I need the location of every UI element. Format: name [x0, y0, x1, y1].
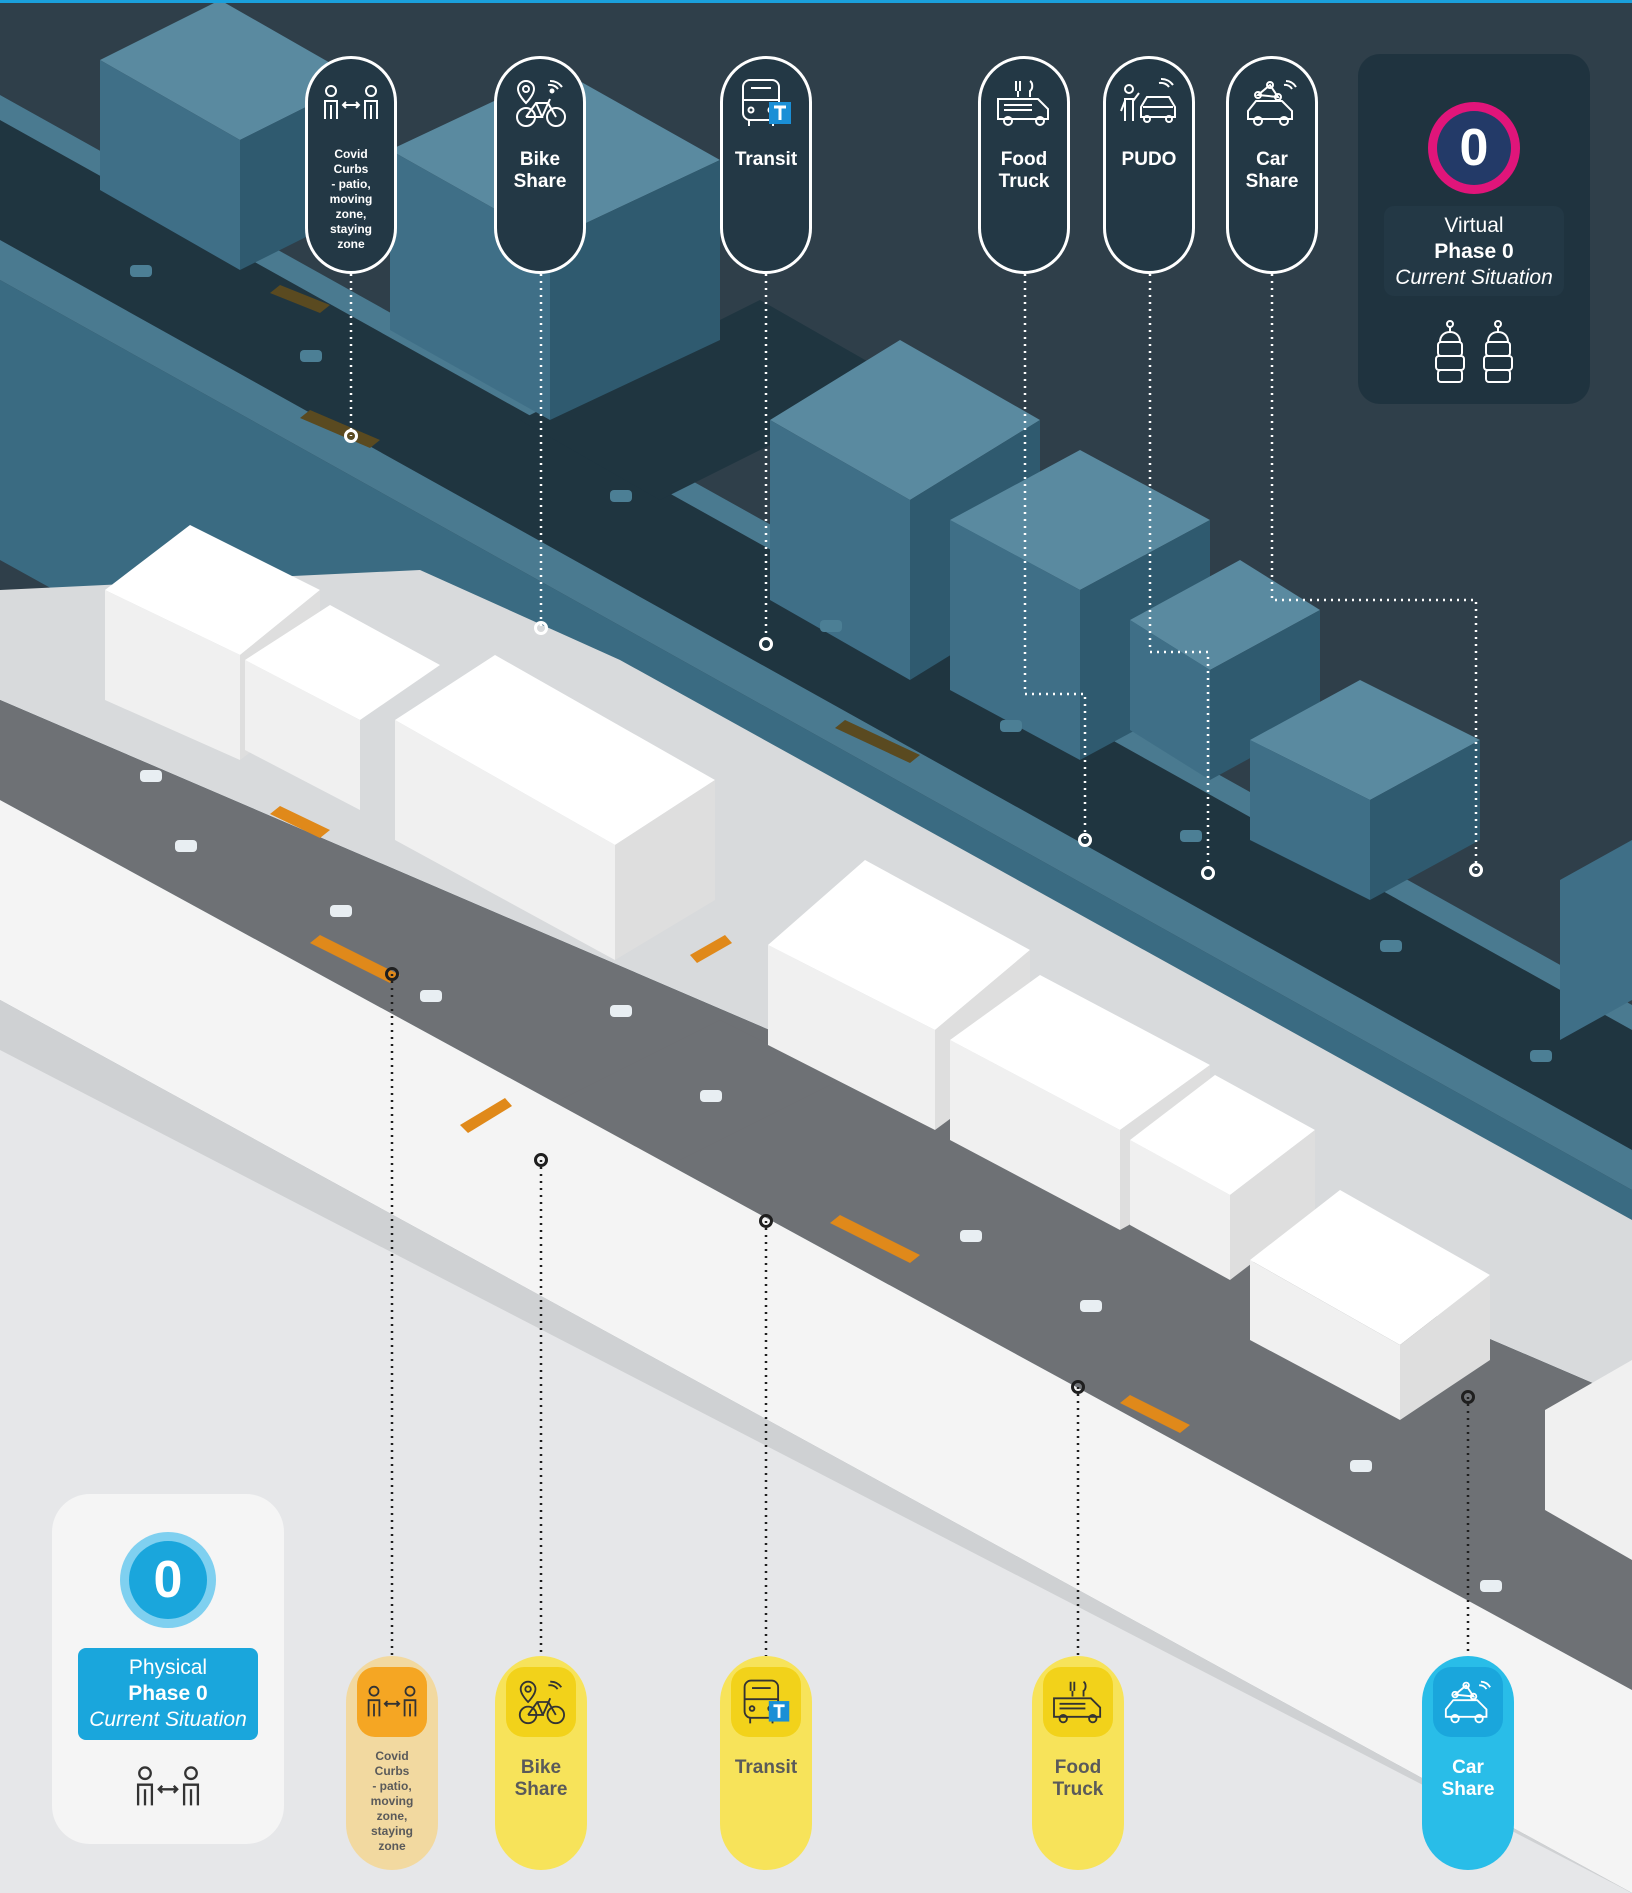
people-distancing-icon — [357, 1667, 427, 1737]
physical-pill-label: Food Truck — [1052, 1757, 1104, 1800]
virtual-phase-line2: Phase 0 — [1434, 240, 1514, 263]
virtual-pill-bike-share: Bike Share — [494, 56, 586, 274]
transit-icon — [731, 1667, 801, 1737]
virtual-pill-label: Covid Curbs - patio, moving zone, stayin… — [329, 147, 373, 251]
people-distancing-icon — [136, 1766, 200, 1806]
virtual-phase-panel: 0 Virtual Phase 0 Current Situation — [1358, 54, 1590, 404]
virtual-pill-label: Car Share — [1245, 149, 1299, 192]
virtual-pill-food-truck: Food Truck — [978, 56, 1070, 274]
virtual-pill-pudo: PUDO — [1103, 56, 1195, 274]
bike-share-icon — [508, 71, 572, 135]
virtual-phase-label: Virtual Phase 0 Current Situation — [1384, 206, 1564, 296]
virtual-pill-label: Transit — [734, 149, 798, 170]
top-accent-line — [0, 0, 1632, 3]
robot-icon — [1435, 320, 1465, 383]
physical-phase-line2: Phase 0 — [128, 1682, 208, 1705]
virtual-pill-label: PUDO — [1121, 149, 1177, 170]
transit-icon — [734, 71, 798, 135]
physical-phase-label: Physical Phase 0 Current Situation — [78, 1648, 258, 1740]
virtual-pill-label: Food Truck — [998, 149, 1050, 192]
virtual-phase-line1: Virtual — [1444, 214, 1504, 237]
physical-pill-label: Car Share — [1441, 1757, 1495, 1800]
virtual-phase-badge: 0 — [1428, 102, 1520, 194]
physical-phase-badge: 0 — [120, 1532, 216, 1628]
physical-phase-line1: Physical — [128, 1656, 208, 1679]
pudo-icon — [1117, 71, 1181, 135]
physical-pill-covid-curbs: Covid Curbs - patio, moving zone, stayin… — [346, 1656, 438, 1870]
infographic: Covid Curbs - patio, moving zone, stayin… — [0, 0, 1632, 1893]
virtual-pill-car-share: Car Share — [1226, 56, 1318, 274]
physical-phase-panel: 0 Physical Phase 0 Current Situation — [52, 1494, 284, 1844]
bike-share-icon — [506, 1667, 576, 1737]
physical-pill-food-truck: Food Truck — [1032, 1656, 1124, 1870]
car-share-icon — [1433, 1667, 1503, 1737]
virtual-pill-covid-curbs: Covid Curbs - patio, moving zone, stayin… — [305, 56, 397, 274]
people-distancing-icon — [319, 71, 383, 135]
physical-pill-label: Transit — [734, 1757, 798, 1778]
physical-pill-label: Covid Curbs - patio, moving zone, stayin… — [370, 1749, 414, 1853]
virtual-pill-label: Bike Share — [513, 149, 567, 192]
food-truck-icon — [992, 71, 1056, 135]
virtual-phase-number: 0 — [1437, 111, 1511, 185]
robot-icons — [1435, 320, 1513, 383]
physical-phase-number: 0 — [129, 1541, 207, 1619]
robot-icon — [1483, 320, 1513, 383]
virtual-phase-line3: Current Situation — [1395, 266, 1553, 289]
physical-phase-line3: Current Situation — [89, 1708, 247, 1731]
physical-pill-label: Bike Share — [514, 1757, 568, 1800]
physical-pill-car-share: Car Share — [1422, 1656, 1514, 1870]
food-truck-icon — [1043, 1667, 1113, 1737]
physical-pill-bike-share: Bike Share — [495, 1656, 587, 1870]
car-share-icon — [1240, 71, 1304, 135]
physical-pill-transit: Transit — [720, 1656, 812, 1870]
virtual-pill-transit: Transit — [720, 56, 812, 274]
